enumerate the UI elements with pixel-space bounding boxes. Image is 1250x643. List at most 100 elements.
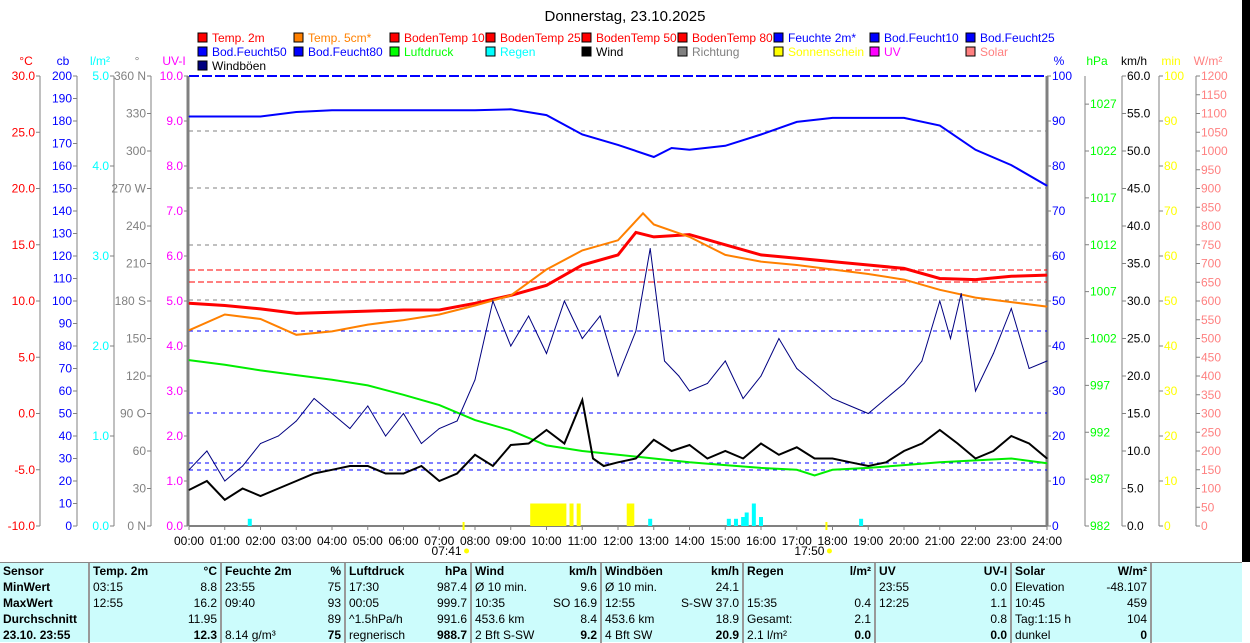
axis-tick-label: 350 [1201,388,1221,402]
bar-sonnenschein [555,503,560,526]
axis-tick-label: 1.0 [166,474,183,488]
data-point [975,297,976,299]
data-point [510,429,512,431]
axis-tick-label: 160 [52,159,72,173]
data-point [242,488,244,489]
data-point [796,446,798,448]
stats-cell: UV-I [952,563,1013,579]
axis-tick-label: 1150 [1201,88,1227,102]
x-tick-label: 24:00 [1032,534,1062,548]
axis-tick-label: 10 [1052,474,1066,488]
legend-swatch [389,32,400,43]
data-point [188,329,190,331]
data-point [903,450,905,452]
stats-cell: 16.2 [168,595,222,611]
axis-tick-label: 750 [1201,238,1221,252]
data-point [260,116,261,117]
axis-tick-label: 360 N [114,69,146,83]
legend-swatch [197,60,208,71]
legend-label: Luftdruck [404,45,454,59]
data-point [438,314,440,315]
axis-tick-label: 100 [1201,482,1221,496]
data-point [367,324,369,326]
data-point [367,465,369,467]
legend-label: Solar [980,45,1008,59]
axis-tick-label: 10.0 [12,294,36,308]
x-tick-label: 08:00 [460,534,490,548]
data-point [224,116,226,117]
bar-sonnenschein [576,503,581,526]
data-point [903,383,905,384]
legend-swatch [677,46,688,57]
data-point [849,461,851,463]
axis-tick-label: 240 [126,219,146,233]
data-point [260,318,261,320]
data-point [760,467,762,469]
data-point [903,279,905,281]
axis-tick-label: 300 [1201,407,1221,421]
data-point [617,454,619,456]
data-point [814,383,816,384]
axis-tick-label: 2.0 [92,339,109,353]
data-point [295,111,297,113]
axis-tick-label: 5.0 [1127,482,1144,496]
stats-cell [743,579,816,595]
data-point [653,458,655,459]
axis-tick-label: 50 [59,407,73,421]
legend-label: Sonnenschein [788,45,864,59]
data-point [635,231,637,233]
data-point [814,458,816,459]
axis-tick-label: 15.0 [12,238,36,252]
data-point [295,312,297,314]
axis-tick-label: 25.0 [1127,332,1151,346]
data-point [992,450,994,452]
data-point [724,464,726,466]
data-point [689,461,690,463]
data-point [832,269,833,270]
data-point [438,480,440,482]
x-tick-label: 09:00 [496,534,526,548]
bar-regen [741,517,746,526]
legend-swatch [773,46,784,57]
legend-label: Bod.Feucht50 [212,45,287,59]
legend-swatch [677,32,688,43]
data-point [796,257,798,259]
data-point [403,413,404,414]
data-point [671,450,673,452]
data-point [939,278,941,279]
data-point [1046,360,1048,362]
x-tick-label: 03:00 [281,534,311,548]
bar-sonnenschein [562,503,567,526]
axis-tick-label: 700 [1201,257,1221,271]
data-point [403,309,404,311]
axes: °C -10.0 -5.0 0.0 5.0 10.0 15.0 20.0 25.0 30.0 cb 0… [8,54,1228,533]
axis-tick-label: 30 [59,452,73,466]
stats-cell [221,611,308,627]
legend-swatch [485,32,496,43]
bar-sonnenschein [537,503,542,526]
data-point [706,383,708,384]
x-tick-label: 04:00 [317,534,347,548]
axis-tick-label: 400 [1201,369,1221,383]
data-point [832,261,833,263]
sunrise-icon [464,548,470,554]
bar-regen [733,518,738,526]
bar-sonnenschein [626,503,631,526]
data-point [867,264,869,266]
axis-tick-label: 40 [59,429,73,443]
axis-tick-label: 982 [1090,519,1110,533]
axis-tick-label: 80 [1164,159,1178,173]
x-tick-label: 10:00 [531,534,561,548]
data-point [224,480,226,482]
stats-cell [816,579,877,595]
data-point [689,236,690,238]
data-point [367,405,369,407]
data-point [581,450,583,452]
data-point [331,413,333,414]
axis-tick-label: 650 [1201,275,1221,289]
stats-cell: 89 [308,611,346,627]
data-point [331,330,333,332]
stats-cell: 999.7 [420,595,472,611]
data-point [1010,458,1012,459]
stats-row: Sensor Temp. 2m °C Feuchte 2m% Luftdruck hPa W… [0,563,1153,579]
